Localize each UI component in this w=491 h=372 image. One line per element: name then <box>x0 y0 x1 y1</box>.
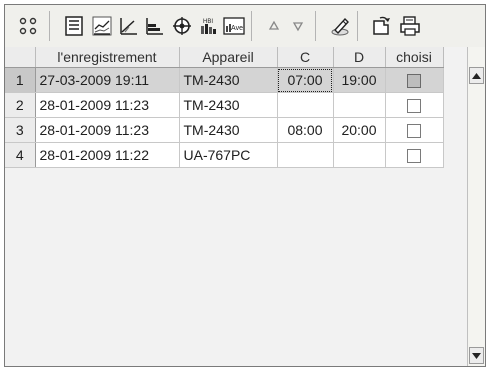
table-row[interactable]: 4 28-01-2009 11:22 UA-767PC <box>5 142 444 168</box>
row-number[interactable]: 2 <box>5 92 36 118</box>
open-device-icon[interactable] <box>369 13 395 39</box>
choisi-checkbox[interactable] <box>407 74 421 89</box>
record-date[interactable]: 27-03-2009 19:11 <box>35 67 180 93</box>
record-c[interactable] <box>277 142 334 168</box>
scroll-up-button[interactable] <box>469 67 484 84</box>
column-header-c[interactable]: C <box>277 47 334 68</box>
choisi-checkbox[interactable] <box>407 149 421 164</box>
record-d[interactable] <box>333 92 386 118</box>
record-d[interactable] <box>333 142 386 168</box>
table-list-icon[interactable] <box>61 13 87 39</box>
record-device[interactable]: TM-2430 <box>179 67 278 93</box>
vertical-scrollbar[interactable] <box>467 47 485 366</box>
arrow-down-icon <box>472 352 481 359</box>
arrow-up-icon <box>472 72 481 79</box>
svg-text:Ave: Ave <box>231 25 243 32</box>
choisi-cell <box>385 142 444 168</box>
records-table: l'enregistrement Appareil C D choisi 1 2… <box>5 47 444 168</box>
record-date[interactable]: 28-01-2009 11:23 <box>35 117 180 143</box>
view-grid-icon[interactable] <box>15 13 41 39</box>
histogram-icon[interactable]: HBI <box>195 13 221 39</box>
choisi-checkbox[interactable] <box>407 99 421 114</box>
record-c[interactable]: 07:00 <box>277 67 334 93</box>
sort-up-icon[interactable] <box>261 13 287 39</box>
edit-pen-icon[interactable] <box>327 13 353 39</box>
average-chart-icon[interactable]: Ave <box>221 13 247 39</box>
row-number[interactable]: 3 <box>5 117 36 143</box>
table-row[interactable]: 2 28-01-2009 11:23 TM-2430 <box>5 92 444 118</box>
choisi-cell <box>385 117 444 143</box>
column-header-choisi[interactable]: choisi <box>385 47 444 68</box>
sort-down-icon[interactable] <box>285 13 311 39</box>
trend-chart-icon[interactable] <box>115 13 141 39</box>
choisi-cell <box>385 92 444 118</box>
table-row[interactable]: 1 27-03-2009 19:11 TM-2430 07:00 19:00 <box>5 67 444 93</box>
choisi-cell <box>385 67 444 93</box>
line-chart-icon[interactable] <box>89 13 115 39</box>
row-number[interactable]: 4 <box>5 142 36 168</box>
records-window: HBI Ave l'enregistrement Appareil C D ch… <box>4 4 486 367</box>
column-header-device[interactable]: Appareil <box>179 47 278 68</box>
table-header-row: l'enregistrement Appareil C D choisi <box>5 47 444 68</box>
column-header-date[interactable]: l'enregistrement <box>35 47 180 68</box>
svg-text:HBI: HBI <box>203 19 213 25</box>
record-d[interactable]: 20:00 <box>333 117 386 143</box>
record-device[interactable]: TM-2430 <box>179 92 278 118</box>
record-date[interactable]: 28-01-2009 11:22 <box>35 142 180 168</box>
scroll-down-button[interactable] <box>469 347 484 364</box>
record-d[interactable]: 19:00 <box>333 67 386 93</box>
column-header-d[interactable]: D <box>333 47 386 68</box>
print-icon[interactable] <box>397 13 423 39</box>
column-header-rownum[interactable] <box>5 47 36 68</box>
target-icon[interactable] <box>169 13 195 39</box>
record-c[interactable] <box>277 92 334 118</box>
record-c[interactable]: 08:00 <box>277 117 334 143</box>
bar-chart-icon[interactable] <box>141 13 167 39</box>
toolbar: HBI Ave <box>5 5 485 48</box>
record-date[interactable]: 28-01-2009 11:23 <box>35 92 180 118</box>
table-row[interactable]: 3 28-01-2009 11:23 TM-2430 08:00 20:00 <box>5 117 444 143</box>
records-grid: l'enregistrement Appareil C D choisi 1 2… <box>5 47 467 366</box>
record-device[interactable]: TM-2430 <box>179 117 278 143</box>
choisi-checkbox[interactable] <box>407 124 421 139</box>
record-device[interactable]: UA-767PC <box>179 142 278 168</box>
row-number[interactable]: 1 <box>5 67 36 93</box>
